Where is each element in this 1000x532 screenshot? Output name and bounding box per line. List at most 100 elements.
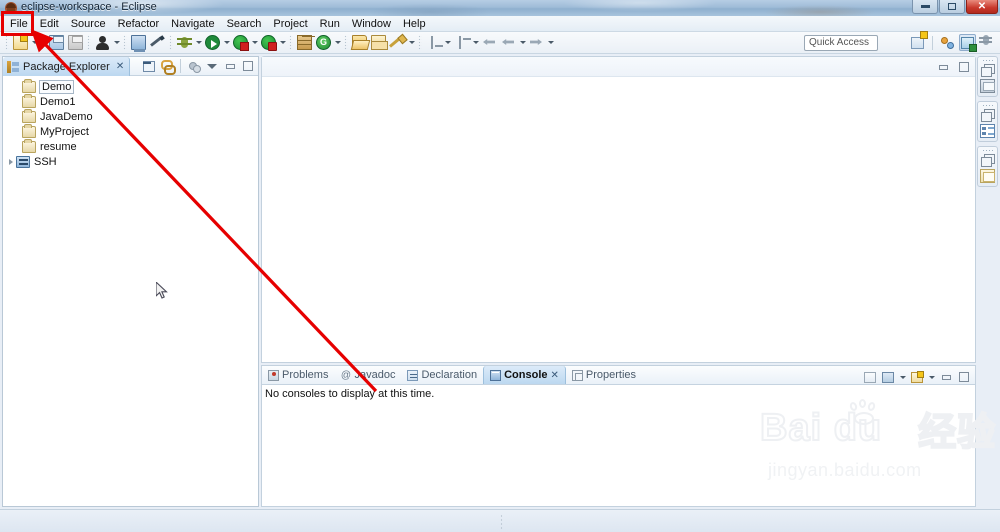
outline-view-icon[interactable] <box>980 124 995 138</box>
trim-grip[interactable] <box>982 59 993 62</box>
menu-search[interactable]: Search <box>221 17 268 31</box>
toolbar-grip[interactable] <box>87 35 91 50</box>
new-wizard-button[interactable] <box>11 34 30 52</box>
toolbar-grip[interactable] <box>289 35 293 50</box>
close-icon[interactable]: ✕ <box>116 61 124 72</box>
minimize-view-button[interactable] <box>222 58 238 74</box>
maximize-editor-button[interactable] <box>956 59 972 75</box>
display-console-dropdown[interactable] <box>898 368 907 386</box>
editor-area-icon[interactable] <box>980 79 995 93</box>
search-dropdown[interactable] <box>407 34 416 52</box>
skip-breakpoints-button[interactable] <box>93 34 112 52</box>
menu-edit[interactable]: Edit <box>34 17 65 31</box>
new-package-button[interactable] <box>295 34 314 52</box>
toolbar-grip[interactable] <box>123 35 127 50</box>
display-selected-console-button[interactable] <box>880 369 896 385</box>
coverage-dropdown[interactable] <box>333 34 342 52</box>
search-button[interactable] <box>388 34 407 52</box>
clear-console-button[interactable] <box>862 369 878 385</box>
external-tools-button[interactable] <box>231 34 250 52</box>
tree-item-javademo[interactable]: JavaDemo <box>3 108 258 124</box>
trim-stack-outline[interactable] <box>977 101 998 142</box>
expand-arrow[interactable] <box>11 126 22 137</box>
expand-arrow[interactable] <box>11 96 22 107</box>
tab-properties[interactable]: Properties <box>566 366 642 384</box>
restore-icon[interactable] <box>981 64 995 77</box>
tab-console[interactable]: Console ✕ <box>483 366 566 384</box>
previous-annotation-dropdown[interactable] <box>471 34 480 52</box>
tab-javadoc[interactable]: @ Javadoc <box>334 366 401 384</box>
expand-arrow[interactable] <box>11 81 22 92</box>
open-console-dropdown[interactable] <box>927 368 936 386</box>
menu-run[interactable]: Run <box>314 17 346 31</box>
link-with-editor-button[interactable] <box>159 58 176 75</box>
tree-item-demo[interactable]: Demo <box>3 78 258 94</box>
open-console-button[interactable] <box>909 369 925 385</box>
tree-item-ssh[interactable]: SSH <box>3 154 258 169</box>
menu-source[interactable]: Source <box>65 17 112 31</box>
menu-refactor[interactable]: Refactor <box>112 17 166 31</box>
forward-button[interactable] <box>527 34 546 52</box>
restore-icon[interactable] <box>981 109 995 122</box>
console-view-icon[interactable] <box>980 169 995 183</box>
open-task-button[interactable] <box>369 34 388 52</box>
maximize-window-button[interactable] <box>939 0 965 14</box>
tree-item-myproject[interactable]: MyProject <box>3 123 258 139</box>
trim-stack-editor[interactable] <box>977 56 998 97</box>
tree-item-resume[interactable]: resume <box>3 138 258 154</box>
tab-problems[interactable]: Problems <box>262 366 334 384</box>
debug-dropdown[interactable] <box>194 34 203 52</box>
collapse-all-button[interactable] <box>141 58 157 74</box>
maximize-console-button[interactable] <box>956 369 972 385</box>
debug-button[interactable] <box>175 34 194 52</box>
forward-dropdown[interactable] <box>546 34 555 52</box>
perspective-java-button[interactable] <box>939 34 956 51</box>
expand-arrow[interactable] <box>11 141 22 152</box>
toolbar-grip[interactable] <box>418 35 422 50</box>
tab-package-explorer[interactable]: Package Explorer ✕ <box>3 57 131 76</box>
restore-editor-button[interactable] <box>935 59 951 75</box>
console-body[interactable]: No consoles to display at this time. <box>262 385 975 506</box>
perspective-javaee-button[interactable] <box>959 34 976 51</box>
toolbar-grip[interactable] <box>41 35 45 50</box>
back-button[interactable] <box>499 34 518 52</box>
perspective-debug-button[interactable] <box>979 34 996 51</box>
tree-item-demo1[interactable]: Demo1 <box>3 93 258 109</box>
menu-help[interactable]: Help <box>397 17 432 31</box>
close-window-button[interactable]: ✕ <box>966 0 998 14</box>
minimize-window-button[interactable] <box>912 0 938 14</box>
toolbar-grip[interactable] <box>5 35 9 50</box>
external-tools-2-dropdown[interactable] <box>278 34 287 52</box>
open-type-button[interactable] <box>350 34 369 52</box>
new-java-project-button[interactable] <box>148 34 167 52</box>
view-menu-button[interactable] <box>204 58 220 74</box>
next-annotation-button[interactable] <box>424 34 443 52</box>
menu-window[interactable]: Window <box>346 17 397 31</box>
editor-canvas[interactable] <box>262 77 975 362</box>
toolbar-grip[interactable] <box>169 35 173 50</box>
editor-area[interactable] <box>261 56 976 363</box>
save-button[interactable] <box>47 34 66 52</box>
restore-icon[interactable] <box>981 154 995 167</box>
menu-project[interactable]: Project <box>267 17 313 31</box>
close-icon[interactable]: ✕ <box>551 370 559 381</box>
expand-arrow[interactable] <box>5 156 16 167</box>
external-tools-2-button[interactable] <box>259 34 278 52</box>
quick-access-input[interactable]: Quick Access <box>804 35 878 51</box>
skip-breakpoints-dropdown[interactable] <box>112 34 121 52</box>
toolbar-grip[interactable] <box>344 35 348 50</box>
menu-file[interactable]: File <box>4 17 34 31</box>
status-bar-grip[interactable] <box>500 514 503 529</box>
coverage-button[interactable]: G <box>314 34 333 52</box>
open-perspective-button[interactable] <box>909 34 926 51</box>
run-dropdown[interactable] <box>222 34 231 52</box>
external-tools-dropdown[interactable] <box>250 34 259 52</box>
focus-on-active-task-button[interactable] <box>186 58 202 74</box>
last-edit-location-button[interactable] <box>480 34 499 52</box>
minimize-console-button[interactable] <box>938 369 954 385</box>
next-annotation-dropdown[interactable] <box>443 34 452 52</box>
new-wizard-dropdown[interactable] <box>30 34 39 52</box>
trim-grip[interactable] <box>982 104 993 107</box>
menu-navigate[interactable]: Navigate <box>165 17 220 31</box>
tab-declaration[interactable]: Declaration <box>401 366 483 384</box>
